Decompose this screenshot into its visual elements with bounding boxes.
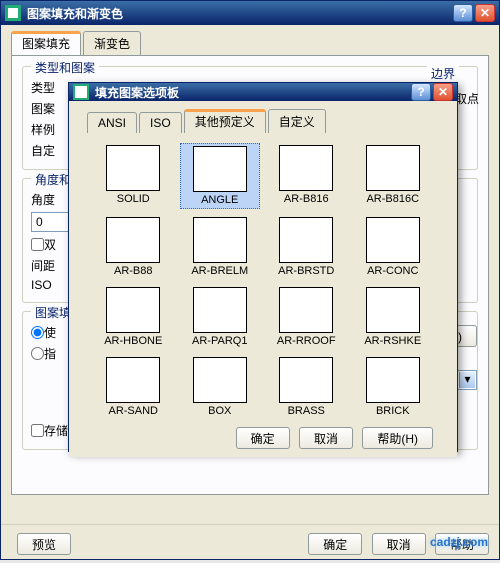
close-title-button[interactable]: ✕ [475, 4, 495, 22]
swatch-thumb [366, 217, 420, 263]
swatch-label: AR-RSHKE [364, 335, 421, 347]
ok-button[interactable]: 确定 [308, 533, 362, 555]
main-title: 图案填充和渐变色 [27, 5, 451, 22]
spec-radio[interactable] [31, 347, 44, 360]
swatch-brass[interactable]: BRASS [266, 355, 347, 419]
help-title-button[interactable]: ? [453, 4, 473, 22]
palette-titlebar[interactable]: 填充图案选项板 ? ✕ [69, 83, 457, 101]
swatch-thumb [193, 287, 247, 333]
swatch-ar-b816[interactable]: AR-B816 [266, 143, 347, 209]
palette-tab-strip: ANSI ISO 其他预定义 自定义 [87, 111, 439, 133]
watermark: cadzj.com [430, 535, 488, 549]
swatch-thumb [279, 357, 333, 403]
swatch-label: AR-PARQ1 [192, 335, 247, 347]
palette-footer: 确定 取消 帮助(H) [79, 423, 447, 449]
swatch-label: AR-B816C [366, 193, 419, 205]
palette-title: 填充图案选项板 [95, 84, 409, 101]
boundary-section: 边界 [427, 65, 479, 82]
swatch-thumb [193, 357, 247, 403]
palette-body: ANSI ISO 其他预定义 自定义 SOLID ANGLE AR-B816 AR-B… [69, 101, 457, 457]
main-footer: 预览 确定 取消 帮助 [1, 524, 499, 559]
hatch-palette-dialog: 填充图案选项板 ? ✕ ANSI ISO 其他预定义 自定义 SOLID ANGL… [68, 82, 458, 452]
swatch-label: AR-BRSTD [278, 265, 334, 277]
main-tab-strip: 图案填充 渐变色 [11, 33, 489, 55]
swatch-thumb [366, 287, 420, 333]
swatch-ar-b88[interactable]: AR-B88 [93, 215, 174, 279]
swatch-label: BRICK [376, 405, 410, 417]
swatch-ar-hbone[interactable]: AR-HBONE [93, 285, 174, 349]
swatch-solid[interactable]: SOLID [93, 143, 174, 209]
tab-ansi[interactable]: ANSI [87, 112, 137, 133]
type-pattern-legend: 类型和图案 [31, 59, 99, 76]
spec-label: 指 [44, 345, 56, 362]
swatch-brick[interactable]: BRICK [353, 355, 434, 419]
swatch-thumb [279, 217, 333, 263]
app-icon [5, 5, 21, 21]
palette-close-button[interactable]: ✕ [433, 83, 453, 101]
swatch-thumb [366, 145, 420, 191]
palette-ok-button[interactable]: 确定 [236, 427, 290, 449]
swatch-grid: SOLID ANGLE AR-B816 AR-B816C AR-B88 AR-BRELM A… [79, 133, 447, 423]
swatch-ar-rroof[interactable]: AR-RROOF [266, 285, 347, 349]
swatch-label: BRASS [288, 405, 325, 417]
swatch-angle[interactable]: ANGLE [180, 143, 261, 209]
swatch-thumb [106, 217, 160, 263]
swatch-ar-rshke[interactable]: AR-RSHKE [353, 285, 434, 349]
tab-gradient[interactable]: 渐变色 [83, 31, 141, 55]
swatch-thumb [106, 145, 160, 191]
tab-custom[interactable]: 自定义 [268, 109, 326, 133]
swatch-label: AR-HBONE [104, 335, 162, 347]
swatch-thumb [279, 287, 333, 333]
preview-button[interactable]: 预览 [17, 533, 71, 555]
boundary-legend: 边界 [427, 65, 459, 82]
tab-fill[interactable]: 图案填充 [11, 31, 81, 55]
swatch-label: AR-RROOF [277, 335, 336, 347]
swatch-ar-b816c[interactable]: AR-B816C [353, 143, 434, 209]
swatch-label: BOX [208, 405, 231, 417]
swatch-ar-brelm[interactable]: AR-BRELM [180, 215, 261, 279]
swatch-label: AR-CONC [367, 265, 418, 277]
swatch-label: ANGLE [201, 194, 238, 206]
swatch-thumb [279, 145, 333, 191]
store-default-checkbox[interactable] [31, 424, 44, 437]
swatch-thumb [106, 287, 160, 333]
swatch-ar-parq1[interactable]: AR-PARQ1 [180, 285, 261, 349]
swatch-thumb [193, 146, 247, 192]
use-radio[interactable] [31, 326, 44, 339]
swatch-label: AR-SAND [108, 405, 158, 417]
cancel-button[interactable]: 取消 [372, 533, 426, 555]
swatch-thumb [366, 357, 420, 403]
palette-icon [73, 84, 89, 100]
tab-other-predefined[interactable]: 其他预定义 [184, 109, 266, 133]
swatch-label: AR-BRELM [191, 265, 248, 277]
use-label: 使 [44, 324, 56, 341]
swatch-label: AR-B816 [284, 193, 329, 205]
palette-help-title-button[interactable]: ? [411, 83, 431, 101]
double-label: 双 [44, 236, 56, 253]
double-checkbox[interactable] [31, 238, 44, 251]
swatch-ar-conc[interactable]: AR-CONC [353, 215, 434, 279]
swatch-thumb [106, 357, 160, 403]
swatch-thumb [193, 217, 247, 263]
palette-help-button[interactable]: 帮助(H) [362, 427, 433, 449]
swatch-label: SOLID [117, 193, 150, 205]
main-titlebar[interactable]: 图案填充和渐变色 ? ✕ [1, 1, 499, 25]
palette-cancel-button[interactable]: 取消 [299, 427, 353, 449]
tab-iso[interactable]: ISO [139, 112, 182, 133]
swatch-label: AR-B88 [114, 265, 153, 277]
swatch-ar-brstd[interactable]: AR-BRSTD [266, 215, 347, 279]
swatch-box[interactable]: BOX [180, 355, 261, 419]
swatch-ar-sand[interactable]: AR-SAND [93, 355, 174, 419]
